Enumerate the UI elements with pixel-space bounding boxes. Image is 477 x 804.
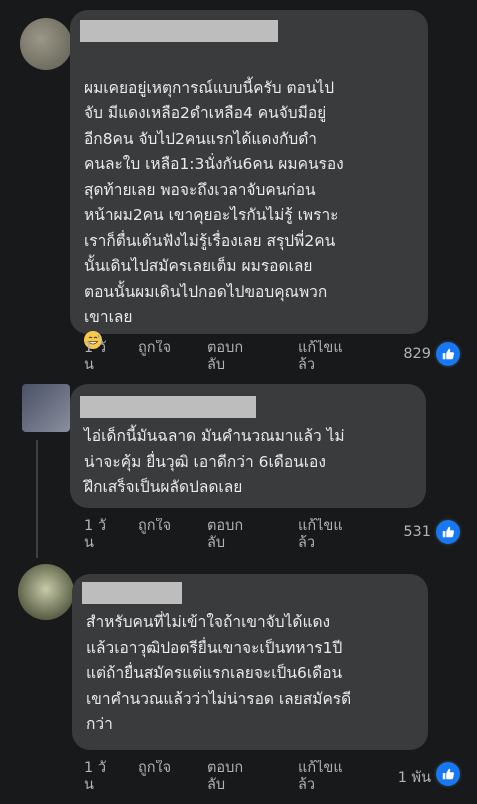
redacted-author-name[interactable] xyxy=(80,396,256,418)
avatar[interactable] xyxy=(20,18,72,70)
comment-bubble: สำหรับคนที่ไม่เข้าใจถ้าเขาจับได้แดง แล้ว… xyxy=(72,574,428,750)
comment-bubble: ไอ่เด็กนี้มันฉลาด มันคำนวณมาแล้ว ไม่ น่า… xyxy=(70,384,426,508)
comment-2: ไอ่เด็กนี้มันฉลาด มันคำนวณมาแล้ว ไม่ น่า… xyxy=(0,382,477,568)
comment-text: ไอ่เด็กนี้มันฉลาด มันคำนวณมาแล้ว ไม่ น่า… xyxy=(84,427,345,496)
reply-button[interactable]: ตอบกลับ xyxy=(207,760,247,794)
redacted-author-name[interactable] xyxy=(82,582,182,604)
edited-label: แก้ไขแล้ว xyxy=(298,760,343,793)
like-button[interactable]: ถูกใจ xyxy=(138,760,202,777)
like-button[interactable]: ถูกใจ xyxy=(138,340,202,357)
reply-button[interactable]: ตอบกลับ xyxy=(207,518,247,552)
edited-label: แก้ไขแล้ว xyxy=(298,340,343,373)
timestamp[interactable]: 1 วัน xyxy=(84,518,110,552)
edited-label: แก้ไขแล้ว xyxy=(298,518,343,551)
timestamp[interactable]: 1 วัน xyxy=(84,340,110,374)
comment-text-content: ผมเคยอยู่เหตุการณ์แบบนี้ครับ ตอนไป จับ ม… xyxy=(84,78,344,327)
comment-text: ผมเคยอยู่เหตุการณ์แบบนี้ครับ ตอนไป จับ ม… xyxy=(84,50,418,379)
reaction-count[interactable]: 531 xyxy=(403,524,431,540)
reply-button[interactable]: ตอบกลับ xyxy=(207,340,247,374)
comment-text: สำหรับคนที่ไม่เข้าใจถ้าเขาจับได้แดง แล้ว… xyxy=(86,613,352,733)
timestamp[interactable]: 1 วัน xyxy=(84,760,110,794)
redacted-author-name[interactable] xyxy=(80,20,278,42)
comment-1: ผมเคยอยู่เหตุการณ์แบบนี้ครับ ตอนไป จับ ม… xyxy=(0,0,477,375)
reaction-count[interactable]: 829 xyxy=(403,346,431,362)
comment-actions: 1 วัน ถูกใจ ตอบกลับ แก้ไขแล้ว 829 xyxy=(0,340,477,384)
thumbs-up-icon[interactable] xyxy=(434,340,462,368)
comment-bubble: ผมเคยอยู่เหตุการณ์แบบนี้ครับ ตอนไป จับ ม… xyxy=(70,10,428,349)
thumbs-up-icon[interactable] xyxy=(434,760,462,788)
like-button[interactable]: ถูกใจ xyxy=(138,518,202,535)
avatar[interactable] xyxy=(18,564,74,620)
thumbs-up-icon[interactable] xyxy=(434,518,462,546)
comment-actions: 1 วัน ถูกใจ ตอบกลับ แก้ไขแล้ว 531 xyxy=(0,518,477,562)
reaction-count[interactable]: 1 พัน xyxy=(398,766,431,789)
comment-3: สำหรับคนที่ไม่เข้าใจถ้าเขาจับได้แดง แล้ว… xyxy=(0,562,477,800)
comment-actions: 1 วัน ถูกใจ ตอบกลับ แก้ไขแล้ว 1 พัน xyxy=(0,760,477,804)
avatar[interactable] xyxy=(22,384,70,432)
